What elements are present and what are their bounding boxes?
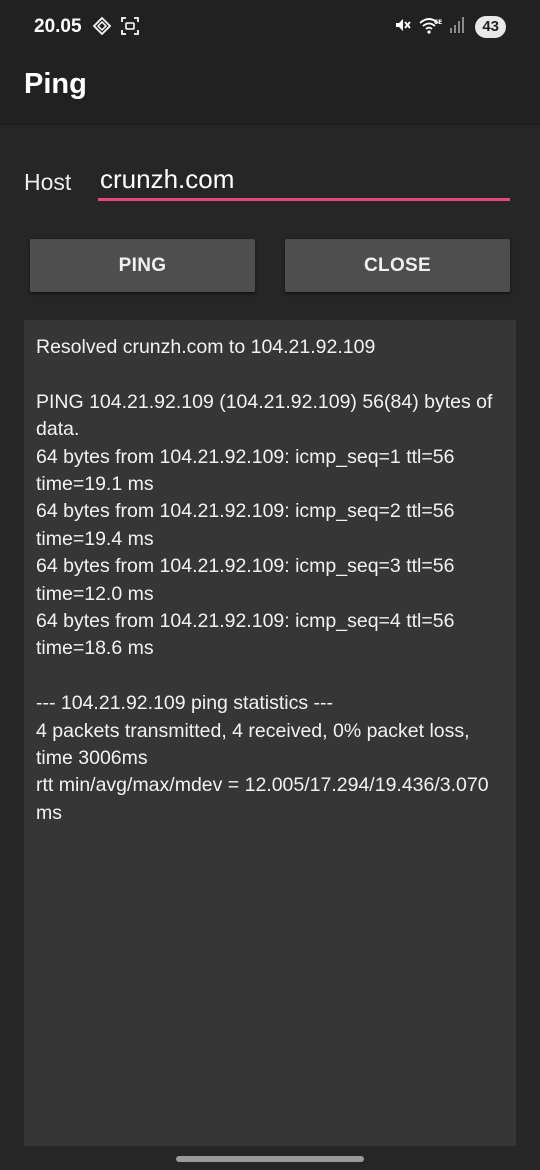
output-line: 4 packets transmitted, 4 received, 0% pa… <box>36 719 475 770</box>
gesture-bar[interactable] <box>176 1156 364 1162</box>
status-left-icons <box>92 16 140 41</box>
screenshot-icon <box>120 16 140 41</box>
output-line: --- 104.21.92.109 ping statistics --- <box>36 692 333 715</box>
signal-icon <box>449 15 465 40</box>
output-line: 64 bytes from 104.21.92.109: icmp_seq=3 … <box>36 555 460 605</box>
ping-screen: 20.05 6E 43 Ping Host crunzh.com PING CL… <box>0 0 540 1170</box>
wifi-6e-icon: 6E <box>419 15 443 40</box>
status-right-icons: 6E 43 <box>393 15 506 39</box>
muted-vibrate-icon <box>393 15 413 40</box>
ping-button[interactable]: PING <box>30 239 255 292</box>
host-row: Host <box>24 161 510 205</box>
host-label: Host <box>24 169 72 195</box>
output-line: PING 104.21.92.109 (104.21.92.109) 56(84… <box>36 390 498 441</box>
host-input[interactable] <box>98 161 510 201</box>
close-button[interactable]: CLOSE <box>285 239 510 292</box>
output-line: 64 bytes from 104.21.92.109: icmp_seq=4 … <box>36 610 460 660</box>
status-time: 20.05 <box>34 16 82 37</box>
app-title: Ping <box>24 68 87 100</box>
status-bar: 20.05 6E 43 <box>0 0 540 54</box>
output-line: 64 bytes from 104.21.92.109: icmp_seq=1 … <box>36 445 460 496</box>
output-line: Resolved crunzh.com to 104.21.92.109 <box>36 336 376 358</box>
content-area: Host PING CLOSE Resolved crunzh.com to 1… <box>0 125 540 1170</box>
output-line: rtt min/avg/max/mdev = 12.005/17.294/19.… <box>36 774 495 824</box>
location-diamond-icon <box>92 16 112 41</box>
output-line: 64 bytes from 104.21.92.109: icmp_seq=2 … <box>36 500 460 550</box>
battery-indicator: 43 <box>475 16 506 38</box>
output-panel: Resolved crunzh.com to 104.21.92.109 PING… <box>24 320 516 1146</box>
svg-text:6E: 6E <box>434 19 442 26</box>
app-bar: Ping <box>0 54 540 125</box>
